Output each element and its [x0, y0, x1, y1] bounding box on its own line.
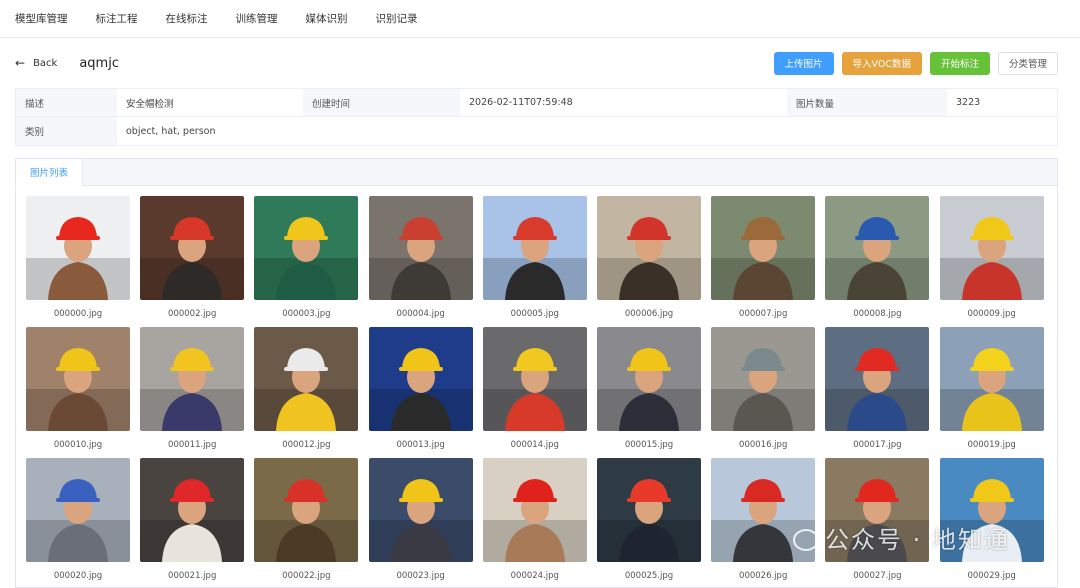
image-thumbnail[interactable]: [597, 458, 701, 562]
image-filename: 000008.jpg: [853, 309, 902, 319]
image-thumbnail[interactable]: [368, 458, 473, 562]
category-manage-button[interactable]: 分类管理: [997, 51, 1058, 75]
nav-training-management[interactable]: 训练管理: [236, 11, 278, 26]
image-thumbnail[interactable]: [711, 196, 816, 300]
image-thumbnail[interactable]: [140, 327, 245, 431]
image-filename: 000012.jpg: [282, 440, 331, 450]
nav-media-recognition[interactable]: 媒体识别: [306, 11, 348, 26]
count-value: 3223: [956, 97, 981, 108]
image-thumbnail[interactable]: [254, 458, 359, 562]
image-thumbnail[interactable]: [140, 458, 245, 562]
arrow-left-icon: ←: [15, 56, 26, 70]
image-filename: 000006.jpg: [624, 309, 674, 319]
nav-recognition-records[interactable]: 识别记录: [376, 11, 418, 26]
action-buttons: 上传图片 导入VOC数据 开始标注 分类管理: [773, 51, 1058, 75]
image-thumbnail[interactable]: [482, 327, 587, 431]
watermark-text: 公众号 · 地知通: [825, 526, 1010, 554]
nav-model-library[interactable]: 模型库管理: [15, 11, 68, 26]
image-filename: 000011.jpg: [168, 440, 217, 450]
created-label: 创建时间: [303, 89, 460, 116]
tab-bar: 图片列表: [15, 158, 1057, 186]
image-thumbnail[interactable]: [254, 196, 359, 300]
image-filename: 000010.jpg: [53, 440, 103, 450]
tab-image-list[interactable]: 图片列表: [15, 158, 83, 186]
image-thumbnail[interactable]: [597, 327, 701, 431]
image-thumbnail[interactable]: [26, 196, 130, 300]
info-row: 描述 安全帽检测 创建时间 2026-02-11T07:59:48 图片数量 3…: [16, 89, 1057, 117]
nav-annotation-project[interactable]: 标注工程: [96, 11, 138, 26]
watermark: 公众号 · 地知通: [793, 520, 1010, 555]
image-thumbnail[interactable]: [368, 196, 473, 300]
image-thumbnail[interactable]: [825, 327, 930, 431]
image-thumbnail[interactable]: [140, 196, 245, 300]
image-thumbnail[interactable]: [825, 196, 930, 300]
import-voc-button[interactable]: 导入VOC数据: [841, 51, 922, 75]
start-annotate-button[interactable]: 开始标注: [929, 51, 990, 75]
image-thumbnail[interactable]: [482, 458, 587, 562]
image-filename: 000019.jpg: [967, 440, 1016, 450]
info-row: 类别 object, hat, person: [16, 117, 1057, 145]
image-filename: 000004.jpg: [396, 309, 445, 319]
image-thumbnail[interactable]: [254, 327, 359, 431]
back-label: Back: [33, 57, 58, 69]
image-thumbnail[interactable]: [939, 196, 1044, 300]
page-header: ← Back aqmjc 上传图片 导入VOC数据 开始标注 分类管理: [15, 50, 1058, 76]
image-filename: 000017.jpg: [853, 440, 902, 450]
category-value: object, hat, person: [126, 125, 216, 137]
top-nav: 模型库管理 标注工程 在线标注 训练管理 媒体识别 识别记录: [0, 0, 1080, 38]
wechat-icon: [793, 529, 819, 551]
image-filename: 000014.jpg: [510, 440, 559, 450]
dataset-info-table: 描述 安全帽检测 创建时间 2026-02-11T07:59:48 图片数量 3…: [15, 88, 1058, 146]
image-thumbnail[interactable]: [368, 327, 473, 431]
image-filename: 000015.jpg: [624, 440, 674, 450]
image-thumbnail[interactable]: [597, 196, 701, 300]
nav-online-annotation[interactable]: 在线标注: [166, 11, 208, 26]
image-filename: 000009.jpg: [967, 309, 1016, 319]
back-button[interactable]: ← Back: [15, 57, 57, 69]
image-thumbnail[interactable]: [26, 458, 130, 562]
image-thumbnail[interactable]: [939, 327, 1044, 431]
image-filename: 000003.jpg: [282, 309, 331, 319]
image-thumbnail[interactable]: [26, 327, 130, 431]
image-filename: 000007.jpg: [739, 309, 788, 319]
desc-label: 描述: [16, 89, 117, 116]
page-title: aqmjc: [79, 55, 119, 71]
image-thumbnail[interactable]: [482, 196, 587, 300]
image-thumbnail[interactable]: [711, 327, 816, 431]
upload-image-button[interactable]: 上传图片: [773, 51, 834, 75]
image-filename: 000002.jpg: [168, 309, 217, 319]
image-filename: 000013.jpg: [396, 440, 445, 450]
created-value: 2026-02-11T07:59:48: [469, 97, 573, 108]
image-filename: 000016.jpg: [739, 440, 788, 450]
image-filename: 000000.jpg: [53, 309, 103, 319]
image-filename: 000005.jpg: [510, 309, 559, 319]
count-label: 图片数量: [787, 89, 947, 116]
desc-value: 安全帽检测: [126, 98, 174, 110]
category-label: 类别: [16, 117, 117, 145]
